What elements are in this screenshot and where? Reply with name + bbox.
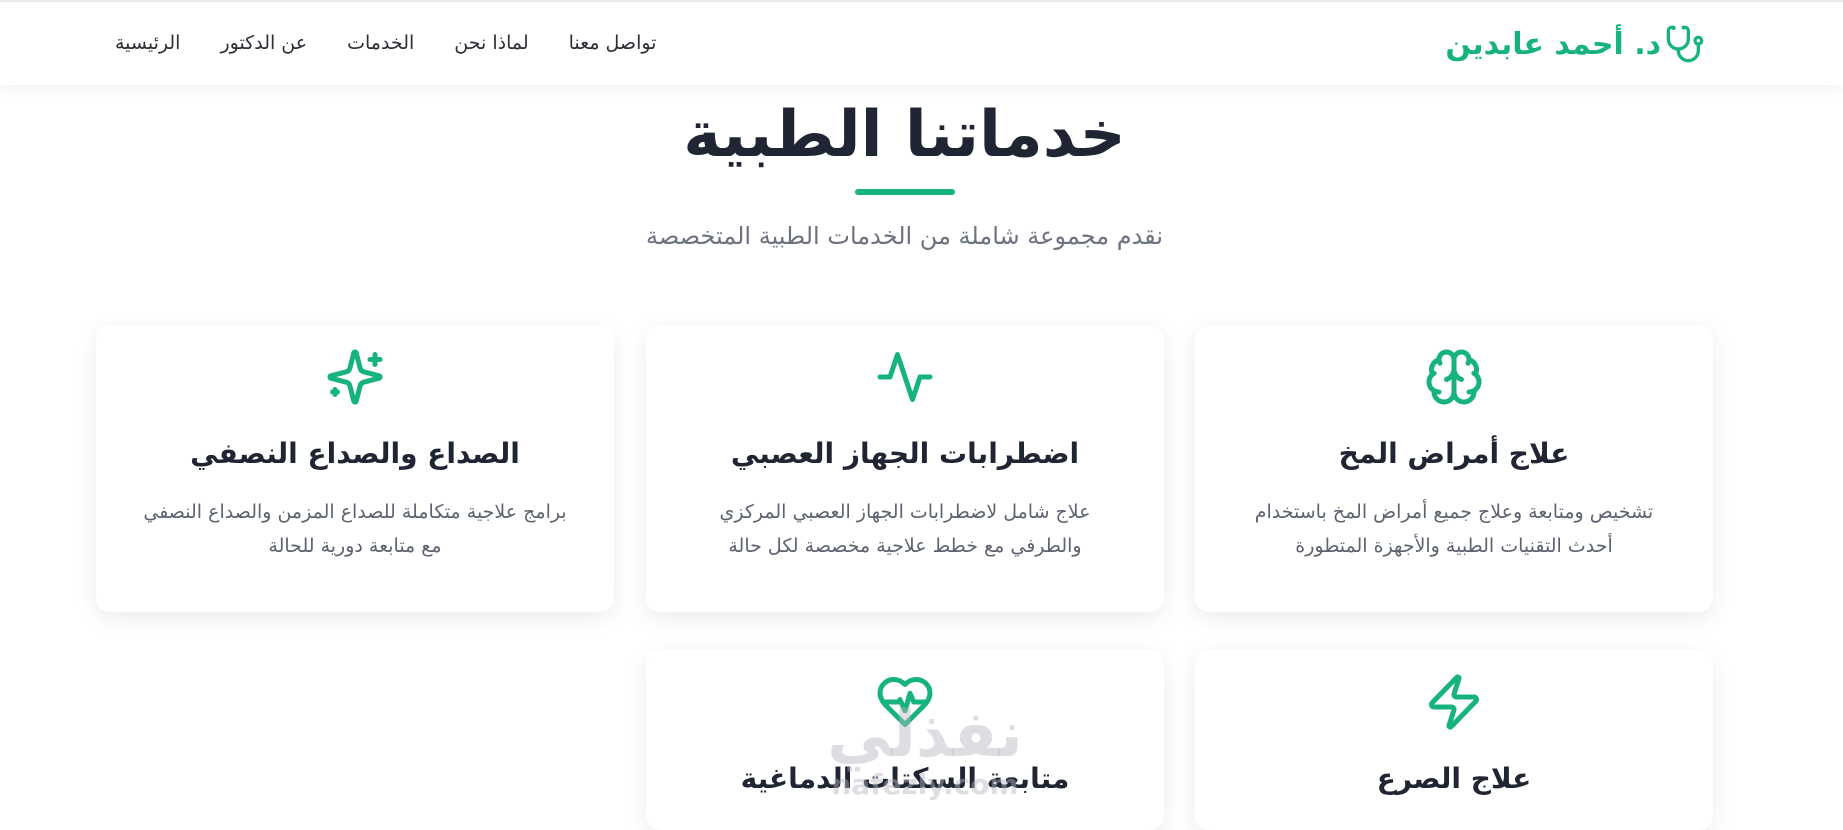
service-card-epilepsy[interactable]: علاج الصرع (1195, 650, 1713, 830)
stethoscope-icon (1665, 24, 1705, 64)
lightning-icon (1424, 672, 1484, 732)
heart-pulse-icon (875, 672, 935, 732)
nav-item-home[interactable]: الرئيسية (115, 32, 180, 54)
service-title: علاج أمراض المخ (1338, 437, 1570, 470)
section-title: خدماتنا الطبية (683, 98, 1126, 172)
service-card-brain[interactable]: علاج أمراض المخ تشخيص ومتابعة وعلاج جميع… (1195, 325, 1713, 612)
main-nav: الرئيسية عن الدكتور الخدمات لماذا نحن تو… (115, 32, 656, 54)
service-description: علاج شامل لاضطرابات الجهاز العصبي المركز… (719, 501, 1091, 557)
section-subtitle: نقدم مجموعة شاملة من الخدمات الطبية المت… (645, 222, 1163, 250)
brand-name: د. أحمد عابدين (1445, 26, 1661, 62)
service-card-stroke[interactable]: متابعة السكتات الدماغية (646, 650, 1164, 830)
navbar: د. أحمد عابدين الرئيسية عن الدكتور الخدم… (0, 0, 1843, 85)
service-title: علاج الصرع (1376, 762, 1532, 795)
service-description: تشخيص ومتابعة وعلاج جميع أمراض المخ باست… (1254, 501, 1654, 557)
service-title: متابعة السكتات الدماغية (740, 762, 1070, 795)
service-title: الصداع والصداع النصفي (190, 437, 520, 470)
activity-icon (875, 347, 935, 407)
brain-icon (1424, 347, 1484, 407)
service-card-headache[interactable]: الصداع والصداع النصفي برامج علاجية متكام… (96, 325, 614, 612)
title-underline (855, 189, 955, 195)
service-description: برامج علاجية متكاملة للصداع المزمن والصد… (143, 501, 567, 557)
nav-item-services[interactable]: الخدمات (347, 32, 414, 54)
nav-item-why-us[interactable]: لماذا نحن (454, 32, 528, 54)
nav-item-about[interactable]: عن الدكتور (220, 32, 307, 54)
brand-logo[interactable]: د. أحمد عابدين (1445, 24, 1705, 64)
sparkles-icon (325, 347, 385, 407)
service-card-nervous-system[interactable]: اضطرابات الجهاز العصبي علاج شامل لاضطراب… (646, 325, 1164, 612)
nav-item-contact[interactable]: تواصل معنا (569, 32, 657, 54)
service-title: اضطرابات الجهاز العصبي (730, 437, 1080, 470)
